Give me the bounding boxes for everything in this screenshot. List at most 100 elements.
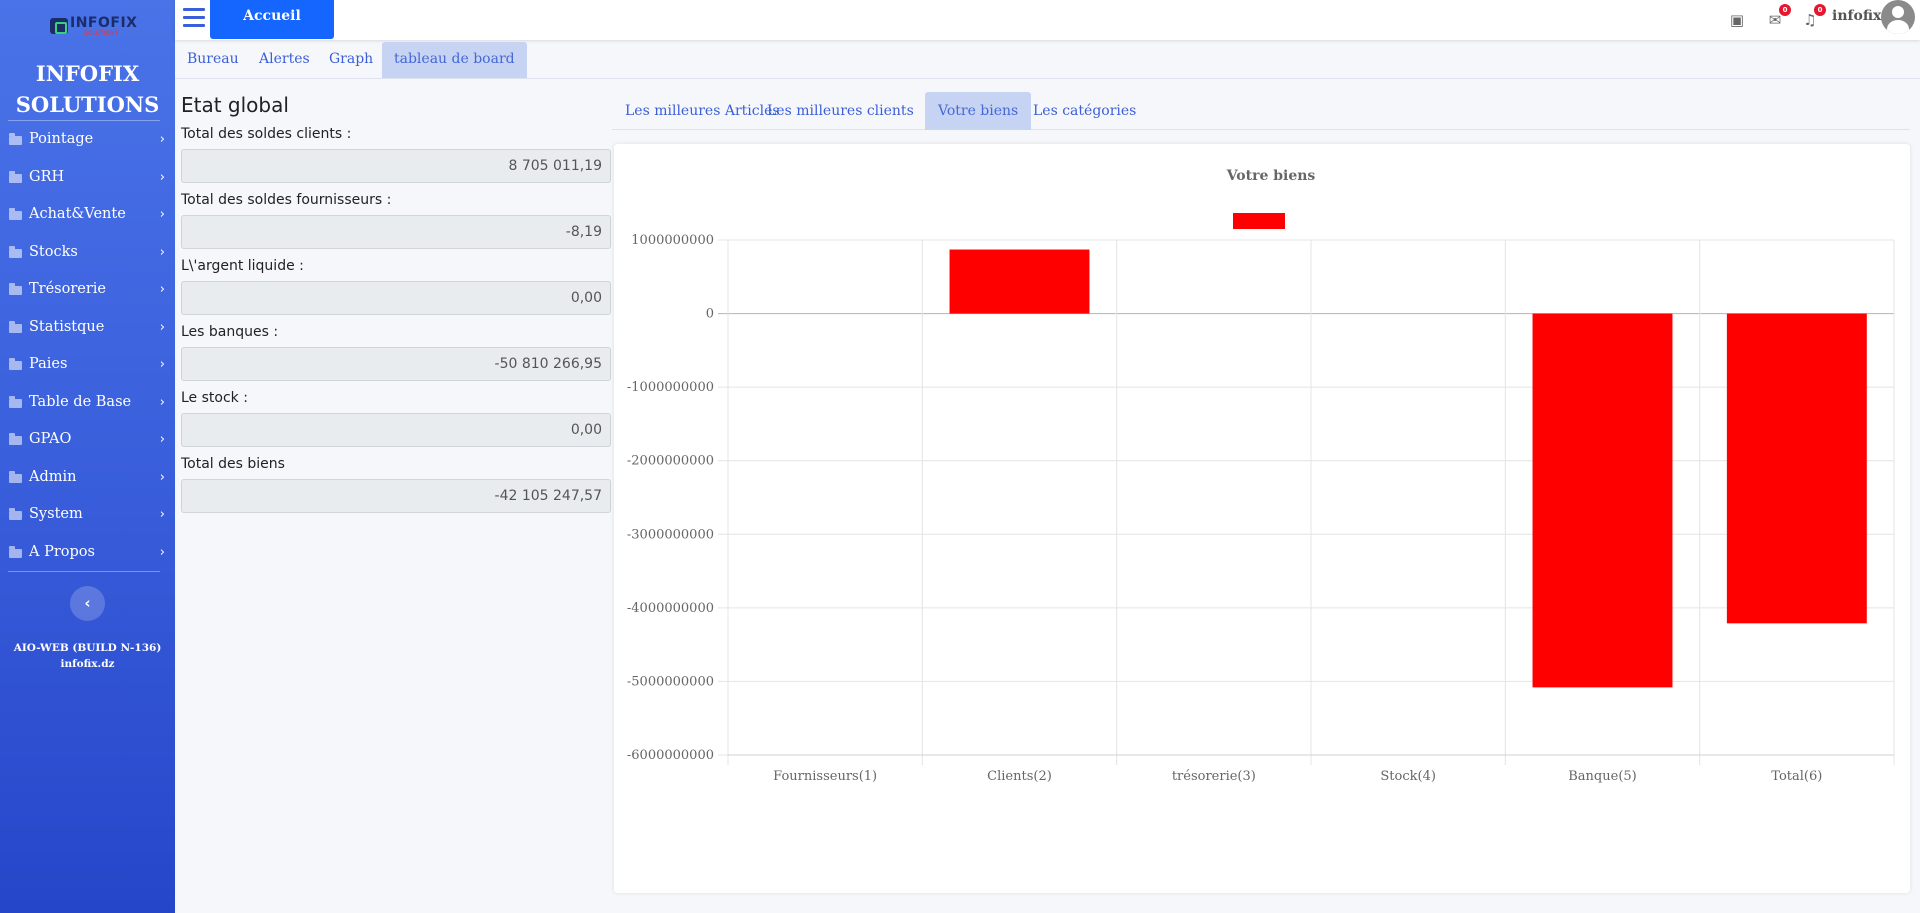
sidebar-item-label: Achat&Vente [29,206,126,222]
legend-swatch [1233,213,1285,229]
sidebar-item-pointage[interactable]: Pointage › [0,122,175,160]
brand-line-2: SOLUTIONS [15,92,160,117]
app-logo: INFOFIX SOLUTIONS [50,15,137,37]
folder-icon [9,283,22,295]
tab-alertes[interactable]: Alertes [247,42,322,78]
home-button[interactable]: Accueil [210,0,334,39]
chevron-right-icon: › [159,544,165,560]
chevron-right-icon: › [159,469,165,485]
sidebar-item-label: Stocks [29,243,78,260]
chevron-right-icon: › [159,132,165,147]
sidebar-item-admin[interactable]: Admin › [0,460,175,498]
folder-icon [9,208,22,220]
tab-categories[interactable]: Les catégories [1020,92,1149,130]
sidebar-collapse-button[interactable]: ‹ [70,586,105,621]
tab-tableau-de-board[interactable]: tableau de board [382,42,527,78]
y-tick-label: -1000000000 [627,380,714,395]
mail-icon[interactable]: ✉ 0 [1765,4,1791,30]
folder-icon [9,545,22,558]
chevron-right-icon: › [159,244,165,260]
x-tick-label: Stock(4) [1380,769,1436,784]
mail-badge: 0 [1779,4,1791,16]
field-label-argent-liquide: L\'argent liquide : [181,258,304,274]
folder-icon [9,470,22,483]
folder-icon [9,395,22,408]
sidebar-item-label: System [29,506,83,522]
sidebar-item-label: Admin [29,468,77,485]
bar-2 [949,249,1090,314]
main-tabs: Bureau Alertes Graph tableau de board [175,42,1920,79]
logo-text: INFOFIX [70,15,138,31]
excel-file-icon[interactable]: ▣ [1727,10,1747,30]
x-tick-label: Clients(2) [987,769,1052,784]
sidebar-item-tresorerie[interactable]: Trésorerie › [0,272,175,310]
sidebar-item-system[interactable]: System › [0,497,175,535]
build-version: AIO-WEB (BUILD N-136) [13,642,162,654]
folder-icon [9,133,22,145]
chart-card: Votre biens 1000000000 0 -1000000000 -200000… [614,144,1910,893]
brand-title: INFOFIX SOLUTIONS [0,58,175,120]
sidebar-item-label: Pointage [29,131,94,147]
folder-icon [9,245,22,258]
field-label-banques: Les banques : [181,324,279,340]
sidebar-item-label: Paies [29,356,68,372]
y-tick-label: -6000000000 [627,748,714,763]
notification-badge: 0 [1814,4,1826,16]
sidebar-item-label: Table de Base [29,393,132,410]
field-value-stock: 0,00 [181,413,611,447]
sidebar-item-table-de-base[interactable]: Table de Base › [0,385,175,423]
chart-title: Votre biens [1226,168,1316,184]
chevron-right-icon: › [159,169,165,185]
bar-chart: Votre biens 1000000000 0 -1000000000 -200000… [627,168,1895,784]
sidebar-item-stocks[interactable]: Stocks › [0,235,175,273]
tab-milleures-clients[interactable]: Les milleures clients [754,92,927,130]
logo-mark-icon [50,18,68,34]
field-value-banques: -50 810 266,95 [181,347,611,381]
build-site: infofix.dz [60,658,115,670]
build-info: AIO-WEB (BUILD N-136) infofix.dz [0,640,175,672]
chevron-right-icon: › [159,432,165,447]
etat-global-title: Etat global [181,93,289,117]
chart-tabs: Les milleures Articles Les milleures cli… [612,92,1910,130]
sidebar-item-statistique[interactable]: Statistque › [0,310,175,348]
sidebar-item-label: A Propos [29,543,95,560]
field-label-stock: Le stock : [181,390,248,406]
sidebar-item-grh[interactable]: GRH › [0,160,175,198]
hamburger-menu-icon[interactable] [183,8,205,28]
sidebar-divider-top [8,120,160,121]
y-tick-label: 0 [706,307,714,322]
chevron-right-icon: › [159,207,165,222]
x-tick-label: Banque(5) [1568,769,1636,784]
y-tick-label: -4000000000 [627,601,714,616]
chevron-right-icon: › [159,357,165,372]
chevron-right-icon: › [159,394,165,410]
sidebar-item-label: GRH [29,168,65,185]
sidebar-item-a-propos[interactable]: A Propos › [0,535,175,573]
tab-graph[interactable]: Graph [317,42,385,78]
chevron-left-icon: ‹ [84,594,91,612]
x-tick-label: Total(6) [1771,769,1822,784]
field-value-clients: 8 705 011,19 [181,149,611,183]
field-label-total-biens: Total des biens [181,456,285,472]
field-value-total-biens: -42 105 247,57 [181,479,611,513]
chevron-right-icon: › [159,319,165,335]
field-label-clients: Total des soldes clients : [181,126,352,142]
sidebar: INFOFIX SOLUTIONS INFOFIX SOLUTIONS Poin… [0,0,175,913]
sidebar-item-gpao[interactable]: GPAO › [0,422,175,460]
bar-6 [1726,313,1867,624]
chevron-right-icon: › [159,282,165,297]
folder-icon [9,508,22,520]
field-value-argent-liquide: 0,00 [181,281,611,315]
x-tick-label: trésorerie(3) [1172,769,1256,784]
sidebar-item-paies[interactable]: Paies › [0,347,175,385]
bell-icon[interactable]: ♫ 0 [1800,4,1826,30]
logo-subtext: SOLUTIONS [84,30,119,37]
sidebar-item-label: Trésorerie [29,281,107,297]
tab-bureau[interactable]: Bureau [175,42,251,78]
y-tick-label: 1000000000 [631,233,714,248]
tab-votre-biens[interactable]: Votre biens [925,92,1032,130]
user-name[interactable]: infofix [1832,8,1881,24]
sidebar-item-achat-vente[interactable]: Achat&Vente › [0,197,175,235]
avatar[interactable] [1881,0,1915,34]
field-label-fournisseurs: Total des soldes fournisseurs : [181,192,392,208]
